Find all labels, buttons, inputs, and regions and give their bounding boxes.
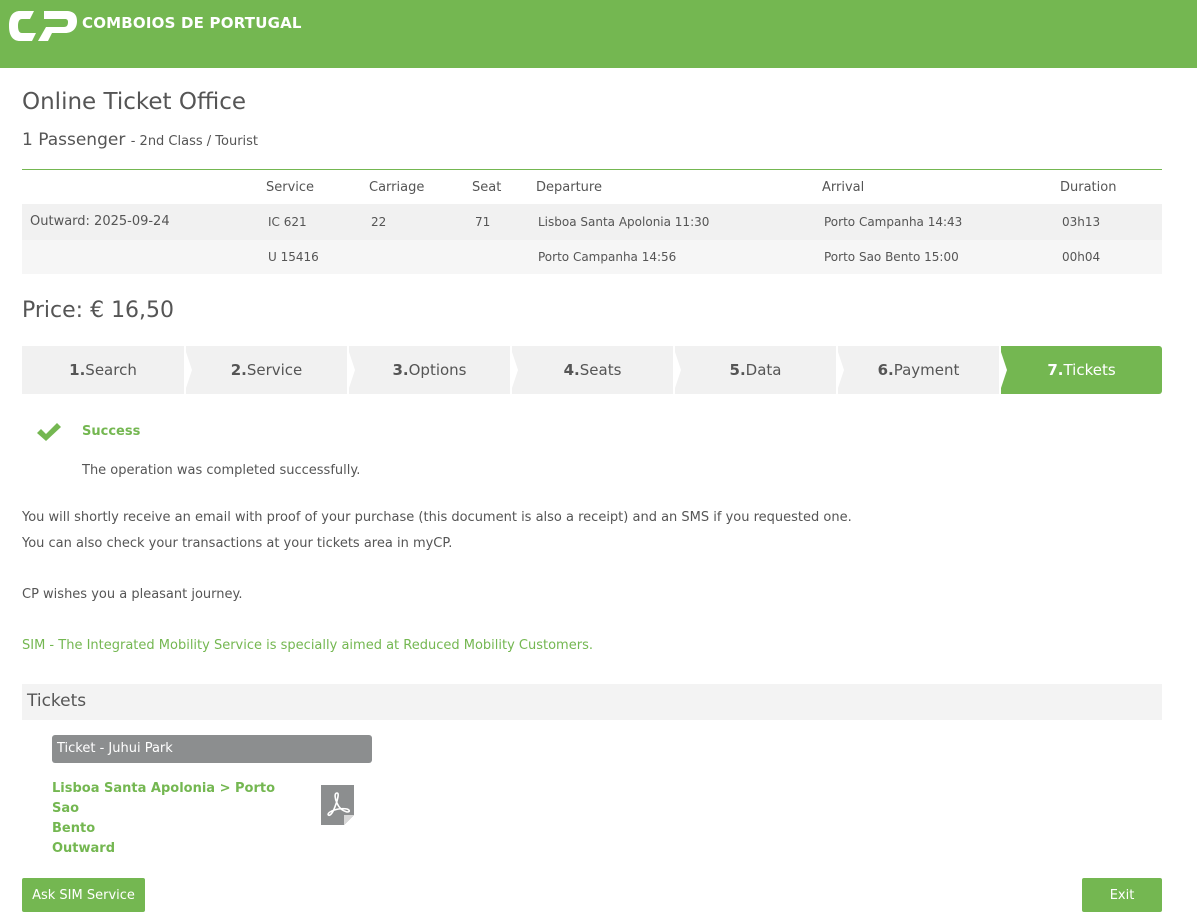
- journey-seat: 71: [475, 215, 491, 229]
- journey-service: IC 621: [268, 215, 307, 229]
- header-seat: Seat: [472, 180, 502, 195]
- info-journey: CP wishes you a pleasant journey.: [22, 587, 243, 602]
- header-departure: Departure: [536, 180, 602, 195]
- sim-info-link[interactable]: SIM - The Integrated Mobility Service is…: [22, 638, 593, 653]
- ask-sim-service-button[interactable]: Ask SIM Service: [22, 878, 145, 912]
- table-row: U 15416 Porto Campanha 14:56 Porto Sao B…: [22, 240, 1162, 274]
- step-search: 1. Search: [22, 346, 184, 394]
- journey-duration: 00h04: [1062, 250, 1101, 264]
- journey-arrival: Porto Campanha 14:43: [824, 215, 963, 229]
- step-label: Options: [408, 361, 467, 379]
- success-title: Success: [82, 424, 141, 439]
- header-duration: Duration: [1060, 180, 1117, 195]
- journey-arrival: Porto Sao Bento 15:00: [824, 250, 959, 264]
- step-label: Service: [246, 361, 303, 379]
- step-tickets: 7. Tickets: [1001, 346, 1162, 394]
- checkmark-icon: [37, 423, 61, 441]
- step-separator: [673, 346, 681, 394]
- header-service: Service: [266, 180, 315, 195]
- brand-name: COMBOIOS DE PORTUGAL: [82, 14, 302, 32]
- step-separator: [184, 346, 192, 394]
- passenger-count: 1 Passenger: [22, 130, 126, 150]
- progress-steps: 1. Search 2. Service 3. Options 4. Seats 5. D…: [22, 346, 1162, 394]
- passenger-summary: 1 Passenger - 2nd Class / Tourist: [22, 130, 258, 150]
- route-line: Lisboa Santa Apolonia > Porto Sao: [52, 781, 276, 816]
- step-service: 2. Service: [186, 346, 347, 394]
- step-label: Tickets: [1063, 361, 1116, 379]
- step-label: Payment: [893, 361, 960, 379]
- step-number: 1.: [69, 361, 86, 379]
- info-mycp: You can also check your transactions at …: [22, 536, 453, 551]
- route-line: Bento: [52, 821, 96, 836]
- cp-logo-icon[interactable]: [8, 7, 78, 45]
- ticket-route: Lisboa Santa Apolonia > Porto Sao Bento …: [52, 779, 302, 859]
- travel-class: - 2nd Class / Tourist: [130, 134, 259, 149]
- step-number: 7.: [1047, 361, 1064, 379]
- tickets-section-header: Tickets: [22, 684, 1162, 720]
- success-message: The operation was completed successfully…: [82, 463, 361, 478]
- step-number: 2.: [230, 361, 247, 379]
- top-bar: COMBOIOS DE PORTUGAL: [0, 0, 1197, 68]
- step-label: Data: [745, 361, 782, 379]
- step-separator: [999, 346, 1007, 394]
- journey-departure: Porto Campanha 14:56: [538, 250, 677, 264]
- pdf-icon[interactable]: [321, 785, 354, 825]
- journey-table: Service Carriage Seat Departure Arrival …: [22, 169, 1162, 274]
- info-email: You will shortly receive an email with p…: [22, 510, 852, 525]
- exit-button[interactable]: Exit: [1082, 878, 1162, 912]
- route-direction: Outward: [52, 841, 116, 856]
- tickets-title: Tickets: [27, 691, 87, 711]
- step-options: 3. Options: [349, 346, 510, 394]
- journey-carriage: 22: [371, 215, 387, 229]
- step-data: 5. Data: [675, 346, 836, 394]
- step-label: Seats: [579, 361, 622, 379]
- ticket-holder-tag: Ticket - Juhui Park: [52, 735, 372, 763]
- step-separator: [347, 346, 355, 394]
- step-label: Search: [85, 361, 137, 379]
- table-row: Outward: 2025-09-24 IC 621 22 71 Lisboa …: [22, 204, 1162, 240]
- header-arrival: Arrival: [822, 180, 865, 195]
- journey-duration: 03h13: [1062, 215, 1101, 229]
- step-number: 4.: [563, 361, 580, 379]
- journey-header-row: Service Carriage Seat Departure Arrival …: [22, 170, 1162, 204]
- step-payment: 6. Payment: [838, 346, 999, 394]
- price-total: Price: € 16,50: [22, 298, 175, 323]
- step-number: 6.: [877, 361, 894, 379]
- page-title: Online Ticket Office: [22, 89, 246, 115]
- journey-label: Outward: 2025-09-24: [30, 214, 170, 229]
- step-number: 3.: [392, 361, 409, 379]
- journey-service: U 15416: [268, 250, 319, 264]
- header-carriage: Carriage: [369, 180, 425, 195]
- step-number: 5.: [729, 361, 746, 379]
- step-separator: [836, 346, 844, 394]
- step-separator: [510, 346, 518, 394]
- step-seats: 4. Seats: [512, 346, 673, 394]
- journey-departure: Lisboa Santa Apolonia 11:30: [538, 215, 710, 229]
